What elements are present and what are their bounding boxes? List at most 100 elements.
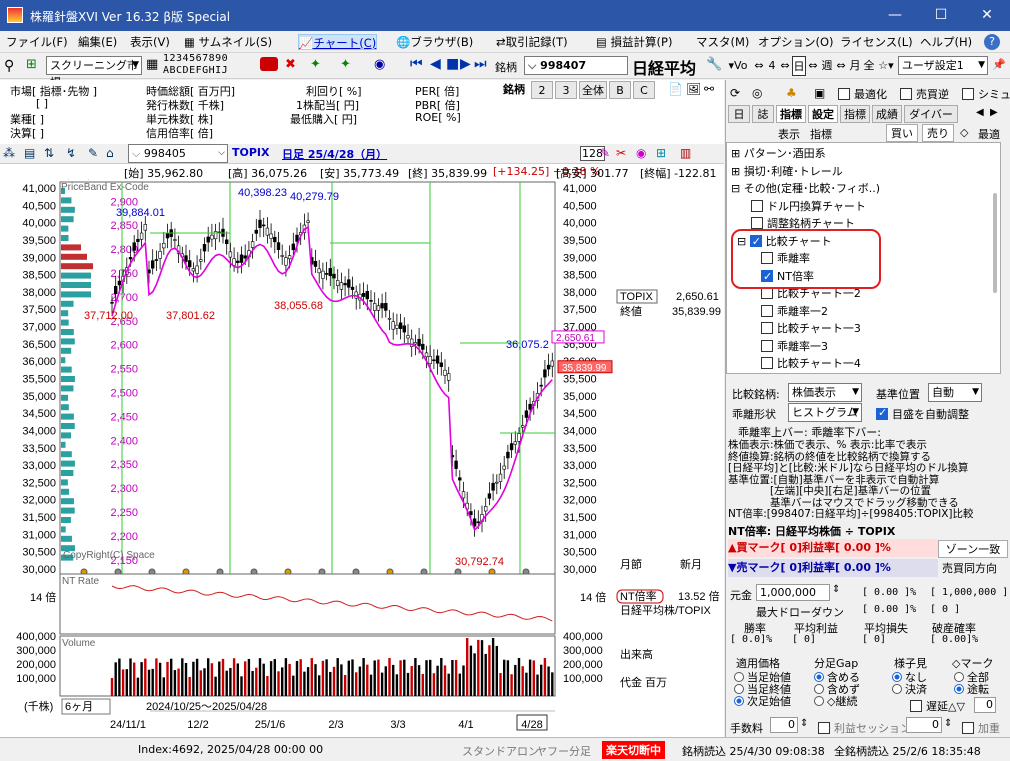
auto-adjust-check[interactable]: 目盛を自動調整	[876, 406, 969, 422]
base-combo[interactable]: 自動 ▼	[928, 383, 982, 402]
menu-option[interactable]: オプション(O)	[758, 34, 834, 50]
chart-tool-icon-4[interactable]: ↯	[66, 146, 76, 160]
menu-trade[interactable]: ⇄取引記録(T)	[496, 34, 568, 50]
swap-icon[interactable]: ⇔	[752, 56, 766, 76]
session-spin-icon[interactable]: ⇕	[944, 718, 952, 729]
profit-session-check[interactable]: 利益セッション	[818, 720, 911, 736]
refresh-icon[interactable]: ⟳	[730, 86, 740, 100]
user-setting-combo[interactable]: ユーザ設定1 ▼	[898, 56, 988, 75]
compare-code-combo[interactable]: ⌵ 998405 ⌵	[128, 144, 228, 163]
binoculars-icon[interactable]: ⚯	[704, 82, 714, 96]
market-combo[interactable]: スクリーニング市場▼	[46, 56, 142, 89]
info-tab-2[interactable]: 2	[531, 81, 553, 99]
menu-thumbnail[interactable]: ▦ サムネイル(S)	[184, 34, 272, 50]
number-buttons[interactable]: 1234567890	[163, 53, 228, 64]
check-optimize[interactable]: 最適化	[838, 86, 887, 102]
chart-settings-icon[interactable]: ⊞	[656, 146, 666, 160]
menu-edit[interactable]: 編集(E)	[78, 34, 117, 50]
pin-icon-2[interactable]: 📌	[992, 58, 1006, 71]
tree-deviation-3[interactable]: 乖離率一3	[761, 338, 828, 356]
circle-icon[interactable]: ◉	[374, 57, 385, 72]
tab-scroll-left-icon[interactable]: ◀	[976, 107, 984, 118]
delay-input[interactable]: 0	[974, 697, 996, 713]
info-tab-all[interactable]: 全体	[579, 81, 607, 99]
session-input[interactable]: 0	[906, 717, 942, 733]
wrench-icon[interactable]: 🔧	[706, 57, 722, 72]
stop-icon[interactable]: ■	[446, 56, 459, 72]
scissor-icon[interactable]: ✂	[616, 146, 626, 160]
tree-stoploss[interactable]: ⊞ 損切･利確･トレール	[731, 163, 843, 181]
swap-icon-3[interactable]: ⇔	[806, 56, 820, 76]
add-weight-check[interactable]: 加重	[962, 720, 1000, 736]
tab-results[interactable]: 成績	[872, 105, 902, 123]
info-tab-b[interactable]: B	[609, 81, 631, 99]
last-icon[interactable]: ⏭	[474, 56, 487, 72]
gap-opt-3[interactable]: ◇継続	[814, 693, 857, 709]
chart-tool-icon-3[interactable]: ⇅	[44, 146, 54, 160]
delay-check[interactable]: 遅延△▽	[910, 698, 965, 714]
price-chart[interactable]: 41,000 41,000 40,500 40,500 40,000 40,000 39,5…	[0, 164, 724, 737]
menu-view[interactable]: 表示(V)	[130, 34, 170, 50]
tree-usdjpy[interactable]: ドル円換算チャート	[751, 198, 866, 216]
vo-button[interactable]: ▾Vo	[724, 56, 752, 76]
star-icon[interactable]: ☆▾	[876, 56, 896, 76]
menu-license[interactable]: ライセンス(L)	[840, 34, 913, 50]
tab-indicator-2[interactable]: 指標	[840, 105, 870, 123]
grid-icon[interactable]: ▦	[146, 57, 158, 72]
menu-help[interactable]: ヘルプ(H)	[920, 34, 972, 50]
mark-opt-2[interactable]: 途転	[954, 681, 989, 697]
info-tab-3[interactable]: 3	[555, 81, 577, 99]
menu-profit[interactable]: ▤ 損益計算(P)	[596, 34, 672, 50]
pen-icon[interactable]: ✎	[600, 146, 610, 160]
maximize-button[interactable]: ☐	[918, 0, 964, 31]
prev-icon[interactable]: ◀	[430, 56, 441, 72]
sell-header[interactable]: 売り	[922, 124, 954, 142]
tool-icon-2[interactable]: ✦	[310, 57, 321, 72]
all-button[interactable]: 全	[862, 56, 876, 76]
month-button[interactable]: 月	[848, 56, 862, 76]
chain-icon[interactable]: ✖	[285, 57, 296, 72]
indicator-tree[interactable]: ⊞ パターン･酒田系 ⊞ 損切･利確･トレール ⊟ その他(定種･比較･フィボ.…	[726, 142, 1001, 374]
tree-compare-3[interactable]: 比較チャート一3	[761, 320, 861, 338]
price-opt-3[interactable]: 次足始値	[734, 693, 791, 709]
tab-scroll-right-icon[interactable]: ▶	[990, 107, 998, 118]
first-icon[interactable]: ⏮	[410, 56, 423, 72]
box-icon[interactable]: ▣	[814, 86, 825, 100]
tool-icon-3[interactable]: ✦	[340, 57, 351, 72]
doc-icon[interactable]: 📄	[668, 82, 683, 96]
menu-master[interactable]: マスタ(M)	[696, 34, 749, 50]
buy-header[interactable]: 買い	[886, 124, 918, 142]
minimize-button[interactable]: —	[872, 0, 918, 31]
dev-combo[interactable]: ヒストグラム ▼	[788, 403, 862, 422]
tree-pattern[interactable]: ⊞ パターン･酒田系	[731, 145, 826, 163]
chart-tool-icon-6[interactable]: ⌂	[106, 146, 114, 160]
chart-tool-icon-5[interactable]: ✎	[88, 146, 98, 160]
image-icon[interactable]: 🖼	[686, 82, 701, 96]
compare-combo[interactable]: 株価表示 ▼	[788, 383, 862, 402]
tab-diver[interactable]: ダイバー	[904, 105, 958, 123]
capital-spin-icon[interactable]: ⇕	[832, 584, 840, 595]
menu-file[interactable]: ファイル(F)	[6, 34, 68, 50]
watch-opt-2[interactable]: 決済	[892, 681, 927, 697]
tab-day[interactable]: 日	[728, 105, 750, 123]
chart-extra-icon[interactable]: ▥	[680, 146, 691, 160]
pin-icon[interactable]: ⚲	[4, 58, 14, 74]
tree-compare-4[interactable]: 比較チャート一4	[761, 355, 861, 373]
day-button[interactable]: 日	[792, 56, 806, 76]
info-tab-c[interactable]: C	[633, 81, 655, 99]
info-tab-brand[interactable]: 銘柄	[503, 81, 525, 97]
bell-icon[interactable]: ♣	[786, 86, 797, 100]
brand-code-combo[interactable]: ⌵ 998407	[524, 56, 628, 75]
capital-input[interactable]: 1,000,000	[756, 584, 830, 601]
alpha-buttons[interactable]: ABCDEFGHIJ	[163, 65, 228, 76]
eye-icon[interactable]: ◉	[636, 146, 646, 160]
tab-settings[interactable]: 設定	[808, 105, 838, 123]
tree-scrollbar[interactable]	[993, 193, 997, 293]
fee-input[interactable]: 0	[770, 717, 798, 733]
tab-indicator[interactable]: 指標	[776, 105, 806, 123]
swap-icon-4[interactable]: ⇔	[834, 56, 848, 76]
help-icon[interactable]: ?	[984, 34, 1000, 50]
check-reverse[interactable]: 売買逆	[900, 86, 949, 102]
target-icon[interactable]: ◎	[752, 86, 762, 100]
next-icon[interactable]: ▶	[460, 56, 471, 72]
